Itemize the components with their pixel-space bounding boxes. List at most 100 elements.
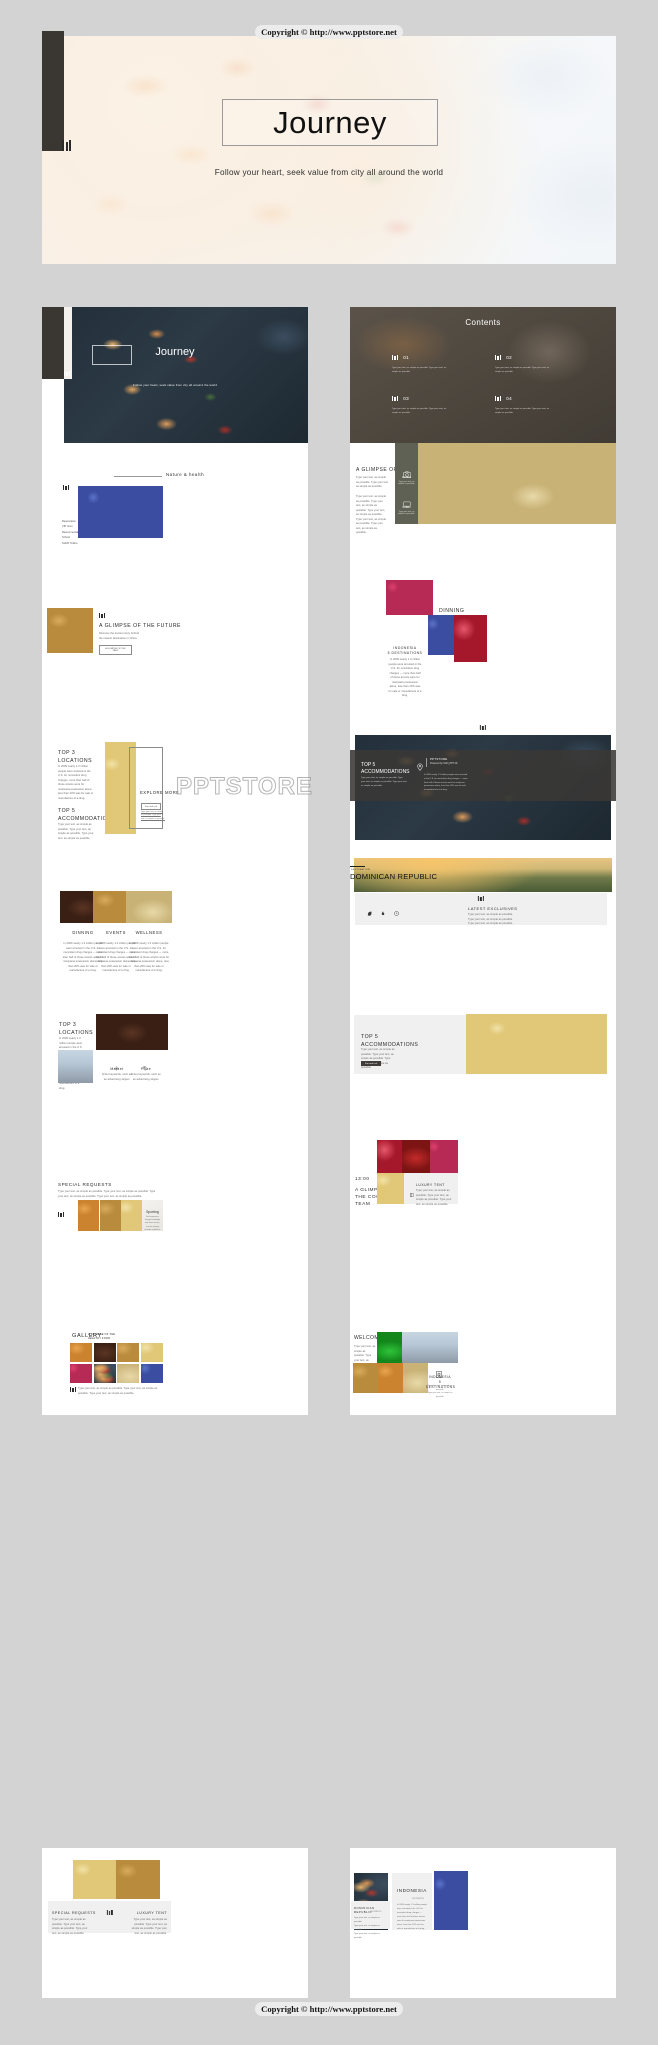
past-body: Type your text, as simple as possible. T… xyxy=(356,495,386,535)
slide-glimpse-past[interactable]: A GLIMPSE OF THE PAST Type your text, as… xyxy=(350,443,616,593)
slide-dinning[interactable]: DINNING In 2009 nearly 1.3 million peopl… xyxy=(350,580,616,730)
contents-title: Contents xyxy=(465,318,501,327)
slide-cover-thumbnail[interactable]: Journey Follow your heart, seek value fr… xyxy=(42,307,308,457)
copyright-bottom: Copyright © http://www.pptstore.net xyxy=(0,2002,658,2016)
contents-item-01[interactable]: 01 Type your text, as simple as possible… xyxy=(392,355,452,375)
explore-tag[interactable]: Fun and rich xyxy=(141,803,162,810)
sr-card-title: Sporting xyxy=(146,1210,159,1214)
slide1-photo xyxy=(64,307,308,457)
past-photo xyxy=(418,443,616,524)
contents-item-text: Type your text, as simple as possible. T… xyxy=(495,408,550,414)
slide-indonesia[interactable]: DOMINICAN REPUBLIC DESTINATION Type your… xyxy=(350,1848,616,1998)
slide-top3-market-price[interactable]: TOP 3 LOCATIONS In 2009 nearly 1.3 milli… xyxy=(42,991,308,1141)
dinning-subtitle: INDONESIA 5 DESTINATIONS xyxy=(387,646,423,656)
top5l-title: TOP 5 ACCOMMODATIONS xyxy=(361,1034,419,1048)
future-button[interactable]: A GLIMPSE OF THE PAST xyxy=(99,645,132,655)
screen-text: Type your text, as simple as possible. xyxy=(398,511,415,515)
sr-photo-3 xyxy=(121,1200,142,1231)
coolteam-photo-pizza xyxy=(377,1173,404,1204)
slide-glimpse-future[interactable]: A GLIMPSE OF THE FUTURE Discover the anc… xyxy=(42,580,308,730)
gallery-subtitle: A GLIMPSE OF THE HEALTHY FOOD xyxy=(88,1333,116,1341)
slide-special-requests-luxury[interactable]: SPECIAL REQUESTS Type your text, as simp… xyxy=(42,1848,308,1998)
contents-item-text: Type your text, as simple as possible. T… xyxy=(495,367,550,373)
contents-bars-icon xyxy=(495,396,502,401)
sr-photo-1 xyxy=(78,1200,99,1231)
top3-body: In 2009 nearly 1.3 million people were a… xyxy=(58,765,94,800)
indonesia-card: DOMINICAN REPUBLIC DESTINATION Type your… xyxy=(351,1901,390,1939)
past-lead: Type your text, as simple as possible. T… xyxy=(356,476,389,489)
top5l-photo xyxy=(466,1014,607,1074)
leaf-icon[interactable] xyxy=(367,903,372,921)
contents-item-num: 04 xyxy=(506,396,512,401)
clock-icon[interactable] xyxy=(394,903,399,921)
slide-dominican-republic[interactable]: DESTINATION DOMINICAN REPUBLIC LATEST EX… xyxy=(350,854,616,1004)
welcome-photo-city xyxy=(402,1332,458,1363)
contents-item-03[interactable]: 03 Type your text, as simple as possible… xyxy=(392,396,452,416)
top5l-tag[interactable]: Fun and rich xyxy=(361,1061,382,1066)
hero-bars-icon xyxy=(62,140,71,151)
gallery-photo xyxy=(117,1343,139,1362)
top3b-photo-city xyxy=(58,1050,93,1083)
indonesia-subtitle: DESTINATION xyxy=(412,1898,424,1900)
slide-top5-accommodations-light[interactable]: TOP 5 ACCOMMODATIONS Type your text, as … xyxy=(350,991,616,1141)
srl-photo-plate xyxy=(116,1860,160,1899)
gallery-bars-icon xyxy=(70,1387,77,1392)
gallery-grid xyxy=(70,1343,163,1383)
past-olive-panel: Camera Type your text, as simple as poss… xyxy=(395,443,418,524)
nature-kicker: Nature & health xyxy=(166,472,205,477)
contents-bars-icon xyxy=(392,396,399,401)
top3b-photo-steak xyxy=(96,1014,168,1050)
dominican-icon-row[interactable] xyxy=(367,903,399,921)
slide-nature-health[interactable]: Nature & health Reservation VIP room Rec… xyxy=(42,443,308,593)
template-preview-page: Copyright © http://www.pptstore.net Jour… xyxy=(0,0,658,2045)
nature-menu-item[interactable]: SHOP Online xyxy=(62,541,82,546)
coolteam-photo-red xyxy=(377,1140,402,1173)
srl-left-title: SPECIAL REQUESTS xyxy=(52,1911,96,1915)
slide-top3-locations[interactable]: TOP 3 LOCATIONS In 2009 nearly 1.3 milli… xyxy=(42,717,308,867)
dinning-subbody: In 2009 nearly 1.3 million people were a… xyxy=(388,658,422,698)
slide1-bars-icon xyxy=(64,371,71,376)
gallery-photo xyxy=(70,1343,92,1362)
welcome-side-body: Type your text, as simple as possible. T… xyxy=(427,1385,453,1398)
welcome-photo-car xyxy=(377,1332,402,1363)
explore-link[interactable]: Type your text, as simple as possible. T… xyxy=(141,811,165,821)
top5-dark-body: Type your text, as simple as possible. T… xyxy=(361,777,407,787)
contents-item-04[interactable]: 04 Type your text, as simple as possible… xyxy=(495,396,555,416)
fire-icon[interactable] xyxy=(381,903,385,921)
top3-title: TOP 3 LOCATIONS xyxy=(58,750,93,764)
gallery-photo xyxy=(117,1363,139,1383)
gallery-photo xyxy=(93,1363,116,1383)
slide-contents[interactable]: Contents 01 Type your text, as simple as… xyxy=(350,307,616,457)
future-bars-icon xyxy=(99,613,106,618)
top5-meta-sub: Powered by SUN_PPT-01 xyxy=(430,762,458,765)
srl-bars-icon xyxy=(106,1910,113,1915)
location-pin-icon xyxy=(417,758,423,776)
slide-top5-accommodations-dark[interactable]: TOP 5 ACCOMMODATIONS Type your text, as … xyxy=(350,717,616,867)
hero-title-box: Journey xyxy=(222,99,438,146)
dominican-body: Type your text, as simple as possible. T… xyxy=(468,913,514,926)
slide1-title: Journey xyxy=(155,346,195,358)
slide-gallery[interactable]: GALLERY A GLIMPSE OF THE HEALTHY FOOD Ty… xyxy=(42,1265,308,1415)
gallery-photo xyxy=(93,1343,116,1362)
sr-title: SPECIAL REQUESTS xyxy=(58,1182,112,1187)
slide-cool-team[interactable]: 13:00 A GLIMPSE OF THE COOL TEAM LUXURY … xyxy=(350,1128,616,1278)
contents-item-num: 03 xyxy=(403,396,409,401)
slide1-dark-bar xyxy=(42,307,64,379)
sr-body: Type your text, as simple as possible. T… xyxy=(58,1190,156,1198)
contents-item-02[interactable]: 02 Type your text, as simple as possible… xyxy=(495,355,555,375)
feature-text: Enter keywords, such as an advertising s… xyxy=(131,1073,161,1081)
top3b-title: TOP 3 LOCATIONS xyxy=(59,1022,94,1036)
contents-item-num: 01 xyxy=(403,355,409,360)
feature-text: Enter keywords, such as an advertising s… xyxy=(102,1073,132,1081)
dominican-rule xyxy=(350,866,365,868)
dinning-photo-fruit xyxy=(386,580,433,615)
future-photo xyxy=(47,608,93,653)
indonesia-title: INDONESIA xyxy=(397,1888,427,1893)
slide-three-categories[interactable]: DINNING EVENTS WELLNESS In 2009 nearly 1… xyxy=(42,854,308,1004)
welcome-photo-plate xyxy=(353,1363,378,1393)
category-label: WELLNESS xyxy=(135,930,163,935)
copyright-bottom-text: Copyright © http://www.pptstore.net xyxy=(255,2002,403,2016)
contents-item-text: Type your text, as simple as possible. T… xyxy=(392,408,447,414)
slide-welcome[interactable]: WELCOME Type your text, as simple as pos… xyxy=(350,1265,616,1415)
slide-special-requests-gallery[interactable]: SPECIAL REQUESTS Type your text, as simp… xyxy=(42,1128,308,1278)
